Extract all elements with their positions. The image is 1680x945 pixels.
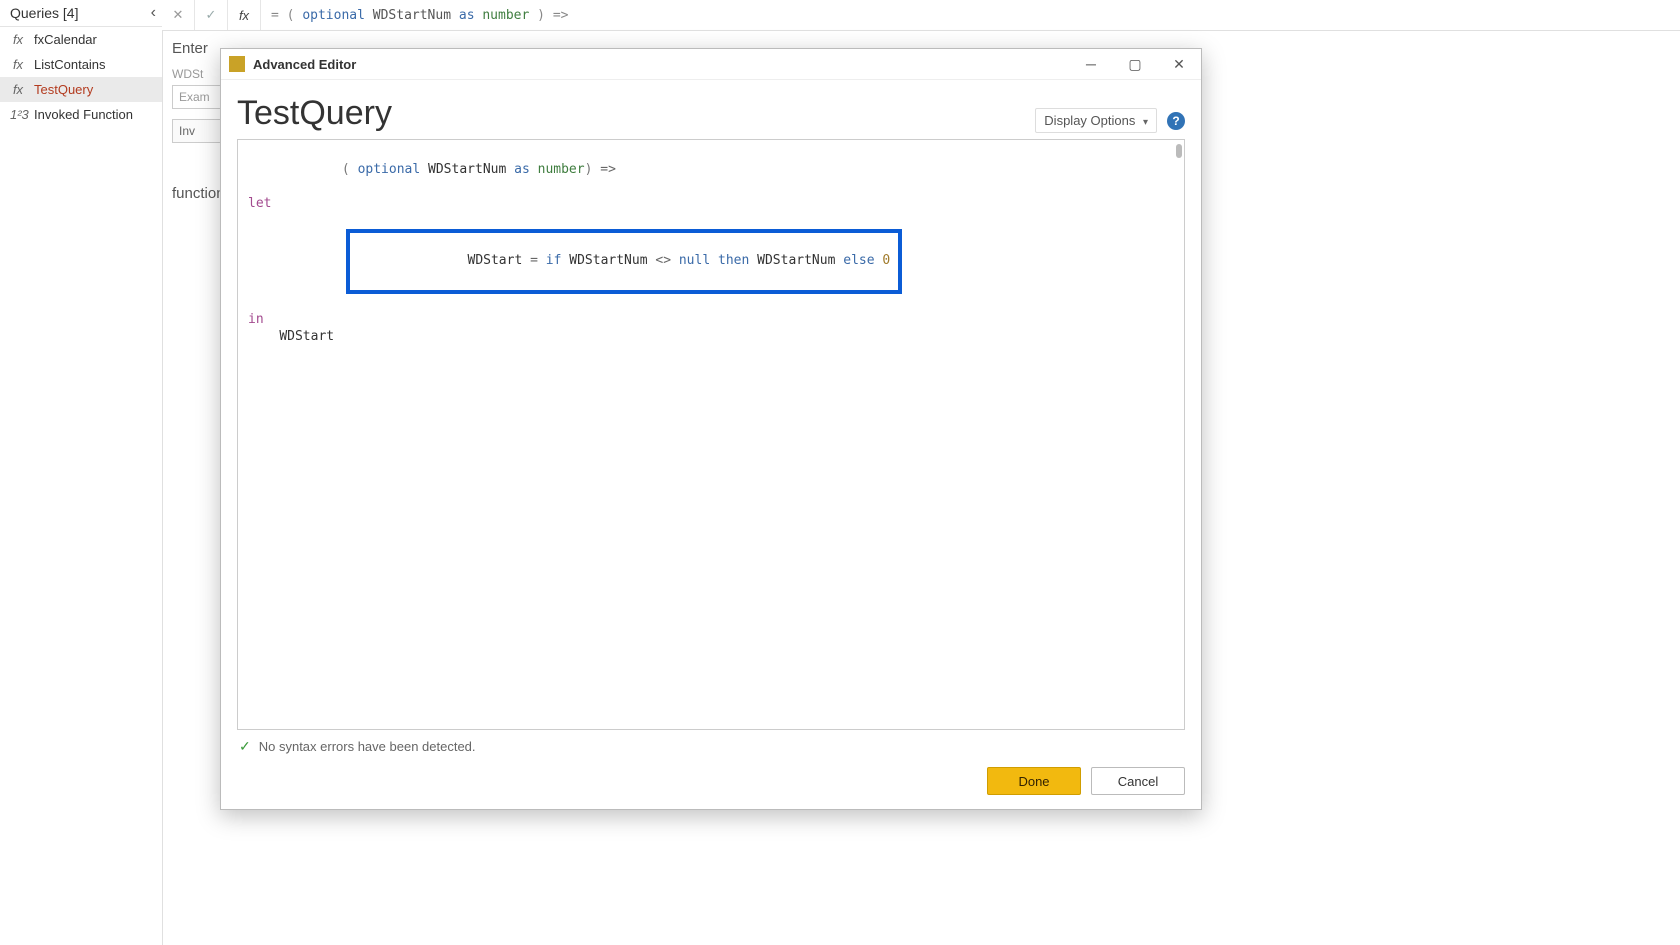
code-token: null bbox=[679, 253, 710, 268]
close-button[interactable]: ✕ bbox=[1157, 49, 1201, 79]
code-token: number bbox=[538, 162, 585, 177]
formula-token: number bbox=[482, 8, 529, 23]
code-line: WDStart bbox=[240, 328, 1182, 345]
formula-token: => bbox=[553, 8, 569, 23]
formula-token: ) bbox=[537, 8, 545, 23]
code-token: => bbox=[600, 162, 616, 177]
code-token: 0 bbox=[882, 253, 890, 268]
code-token: WDStartNum bbox=[569, 253, 647, 268]
advanced-editor-dialog: Advanced Editor ─ ▢ ✕ TestQuery Display … bbox=[220, 48, 1202, 810]
code-token: if bbox=[546, 253, 562, 268]
display-options-label: Display Options bbox=[1044, 113, 1135, 128]
code-token: WDStartNum bbox=[428, 162, 506, 177]
status-row: ✓ No syntax errors have been detected. bbox=[237, 730, 1185, 755]
done-button[interactable]: Done bbox=[987, 767, 1081, 795]
query-name-heading: TestQuery bbox=[237, 94, 392, 133]
chevron-down-icon: ▾ bbox=[1143, 117, 1148, 128]
function-icon: fx bbox=[10, 82, 26, 97]
formula-text[interactable]: = ( optional WDStartNum as number ) => bbox=[261, 8, 568, 23]
maximize-button[interactable]: ▢ bbox=[1113, 49, 1157, 79]
query-item-label: TestQuery bbox=[34, 82, 93, 97]
dialog-footer: Done Cancel bbox=[237, 755, 1185, 799]
app-root: Queries [4] ‹ fx fxCalendar fx ListConta… bbox=[0, 0, 1680, 945]
function-icon: fx bbox=[10, 32, 26, 47]
highlight-box: WDStart = if WDStartNum <> null then WDS… bbox=[346, 229, 902, 294]
query-item-listcontains[interactable]: fx ListContains bbox=[0, 52, 162, 77]
formula-token: optional bbox=[302, 8, 365, 23]
code-editor[interactable]: ( optional WDStartNum as number) => let … bbox=[237, 139, 1185, 730]
code-line-highlighted: WDStart = if WDStartNum <> null then WDS… bbox=[240, 212, 1182, 311]
code-token: ( bbox=[342, 162, 350, 177]
formula-bar: ✕ ✓ fx = ( optional WDStartNum as number… bbox=[162, 0, 1680, 31]
app-icon bbox=[229, 56, 245, 72]
query-item-fxcalendar[interactable]: fx fxCalendar bbox=[0, 27, 162, 52]
code-token: let bbox=[248, 196, 271, 211]
formula-token: ( bbox=[287, 8, 295, 23]
queries-panel-header: Queries [4] ‹ bbox=[0, 0, 162, 27]
scrollbar-thumb[interactable] bbox=[1176, 144, 1182, 158]
code-token: WDStart bbox=[279, 329, 334, 344]
dialog-titlebar[interactable]: Advanced Editor ─ ▢ ✕ bbox=[221, 49, 1201, 80]
collapse-panel-icon[interactable]: ‹ bbox=[151, 4, 156, 22]
code-line: in bbox=[240, 311, 1182, 328]
formula-token: = bbox=[271, 8, 279, 23]
dialog-header-row: TestQuery Display Options ▾ ? bbox=[237, 94, 1185, 133]
code-line: let bbox=[240, 195, 1182, 212]
code-token: else bbox=[843, 253, 874, 268]
queries-panel: Queries [4] ‹ fx fxCalendar fx ListConta… bbox=[0, 0, 163, 945]
code-token: then bbox=[718, 253, 749, 268]
code-token: <> bbox=[655, 253, 671, 268]
code-token: WDStart bbox=[468, 253, 523, 268]
code-token: in bbox=[248, 312, 264, 327]
dialog-title: Advanced Editor bbox=[253, 57, 356, 72]
formula-commit-icon[interactable]: ✓ bbox=[195, 0, 228, 30]
formula-token: as bbox=[459, 8, 475, 23]
cancel-button[interactable]: Cancel bbox=[1091, 767, 1185, 795]
queries-title: Queries [4] bbox=[10, 5, 78, 21]
code-token: as bbox=[514, 162, 530, 177]
placeholder-text: Exam bbox=[179, 90, 210, 104]
code-token: = bbox=[530, 253, 538, 268]
display-options-dropdown[interactable]: Display Options ▾ bbox=[1035, 108, 1157, 133]
table-icon: 1²3 bbox=[10, 107, 26, 122]
help-icon[interactable]: ? bbox=[1167, 112, 1185, 130]
query-item-label: Invoked Function bbox=[34, 107, 133, 122]
code-line: ( optional WDStartNum as number) => bbox=[240, 144, 1182, 195]
query-item-testquery[interactable]: fx TestQuery bbox=[0, 77, 162, 102]
invoke-button-label: Inv bbox=[179, 124, 195, 138]
checkmark-icon: ✓ bbox=[239, 738, 251, 755]
query-item-label: ListContains bbox=[34, 57, 106, 72]
dialog-body: TestQuery Display Options ▾ ? ↖ ( option… bbox=[221, 80, 1201, 809]
formula-cancel-icon[interactable]: ✕ bbox=[162, 0, 195, 30]
code-token: WDStartNum bbox=[757, 253, 835, 268]
query-item-invoked-function[interactable]: 1²3 Invoked Function bbox=[0, 102, 162, 127]
function-icon: fx bbox=[10, 57, 26, 72]
formula-fx-icon[interactable]: fx bbox=[228, 0, 261, 30]
status-text: No syntax errors have been detected. bbox=[259, 739, 476, 754]
formula-token: WDStartNum bbox=[373, 8, 451, 23]
query-item-label: fxCalendar bbox=[34, 32, 97, 47]
minimize-button[interactable]: ─ bbox=[1069, 49, 1113, 79]
code-token: optional bbox=[358, 162, 421, 177]
